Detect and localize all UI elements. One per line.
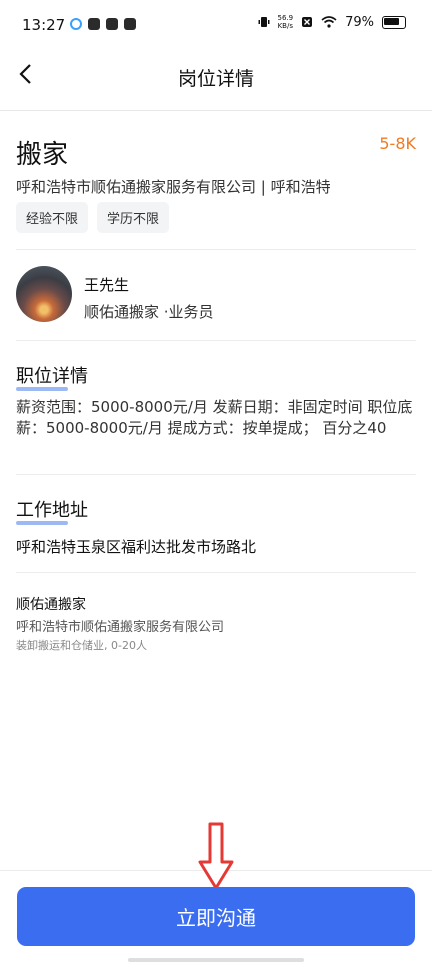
tag-experience: 经验不限 [16,202,89,233]
net-speed-value: 56.9 [277,14,294,22]
avatar[interactable] [16,266,72,322]
message-icon [124,18,136,30]
vibrate-icon [258,17,269,27]
divider [16,340,416,341]
net-speed-unit: KB/s [277,22,293,30]
browser-icon [70,18,82,30]
no-sim-icon [302,17,313,27]
status-time: 13:27 [22,16,66,34]
page-title: 岗位详情 [177,68,254,90]
salary: 5-8K [379,134,416,153]
company-location-line: 呼和浩特市顺佑通搬家服务有限公司 | 呼和浩特 [16,178,331,196]
title-underline [16,521,68,525]
divider [16,249,416,250]
company-info: 装卸搬运和仓储业, 0-20人 [16,639,147,652]
top-divider [0,110,432,111]
status-bar: 13:27 56.9 KB/s 79% [0,0,432,50]
contact-role: 顺佑通搬家 ·业务员 [84,303,214,321]
section-title-text: 工作地址 [16,500,88,521]
down-arrow-annotation-icon [198,822,234,890]
company-full-name: 呼和浩特市顺佑通搬家服务有限公司 [16,620,225,635]
divider [16,474,416,475]
battery-percent: 79% [345,14,374,30]
job-description: 薪资范围：5000-8000元/月 发薪日期：非固定时间 职位底薪：5000-8… [16,398,413,437]
section-title-address: 工作地址 [16,496,88,525]
status-right: 56.9 KB/s 79% [258,14,406,30]
status-app-icons [70,18,136,30]
tag-education: 学历不限 [97,202,170,233]
section-title-text: 职位详情 [16,366,88,387]
chat-now-button[interactable]: 立即沟通 [17,887,415,946]
sync-icon [106,18,118,30]
battery-icon [382,15,406,29]
company-short-name[interactable]: 顺佑通搬家 [16,594,86,614]
contact-name: 王先生 [84,276,130,294]
net-speed: 56.9 KB/s [278,14,294,30]
player-icon [88,18,100,30]
title-underline [16,387,68,391]
top-nav: 岗位详情 [0,50,432,100]
job-title: 搬家 [16,140,69,170]
wifi-icon [321,16,337,28]
home-indicator [128,958,304,962]
work-address[interactable]: 呼和浩特玉泉区福利达批发市场路北 [16,536,256,557]
divider [16,572,416,573]
section-title-details: 职位详情 [16,362,88,391]
job-tags: 经验不限 学历不限 [16,202,170,233]
